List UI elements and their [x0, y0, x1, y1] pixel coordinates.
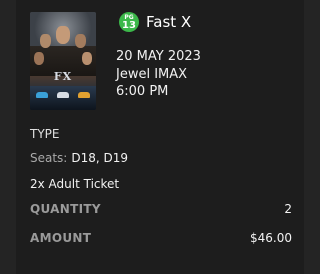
seats-row: Seats: D18, D19	[30, 150, 128, 166]
amount-value: $46.00	[250, 231, 292, 245]
poster-cast-face	[34, 52, 44, 65]
seats-value: D18, D19	[71, 151, 129, 165]
ticket-description: 2x Adult Ticket	[30, 177, 120, 191]
quantity-value: 2	[284, 202, 292, 216]
quantity-label: QUANTITY	[30, 202, 101, 216]
poster-car	[36, 92, 48, 98]
poster-road	[30, 86, 96, 110]
seats-label: Seats:	[30, 151, 68, 165]
movie-title: Fast X	[146, 13, 192, 31]
poster-cast-face	[75, 34, 86, 48]
poster-car	[78, 92, 90, 98]
booking-card: FX PG 13 Fast X 20 MAY 2023 Jewel IMAX 6…	[16, 0, 304, 274]
poster-cast-face	[82, 52, 92, 65]
rating-badge-number: 13	[122, 20, 136, 31]
poster-car	[57, 92, 69, 98]
poster-cast-face	[40, 34, 51, 48]
rating-badge-icon: PG 13	[119, 12, 139, 32]
type-label: TYPE	[30, 127, 60, 141]
poster-cast-face	[56, 26, 70, 44]
amount-label: AMOUNT	[30, 231, 92, 245]
movie-poster: FX	[30, 12, 96, 110]
session-date: 20 MAY 2023	[116, 49, 201, 64]
session-venue: Jewel IMAX	[116, 67, 188, 82]
session-time: 6:00 PM	[116, 84, 169, 99]
poster-logo: FX	[53, 70, 73, 83]
